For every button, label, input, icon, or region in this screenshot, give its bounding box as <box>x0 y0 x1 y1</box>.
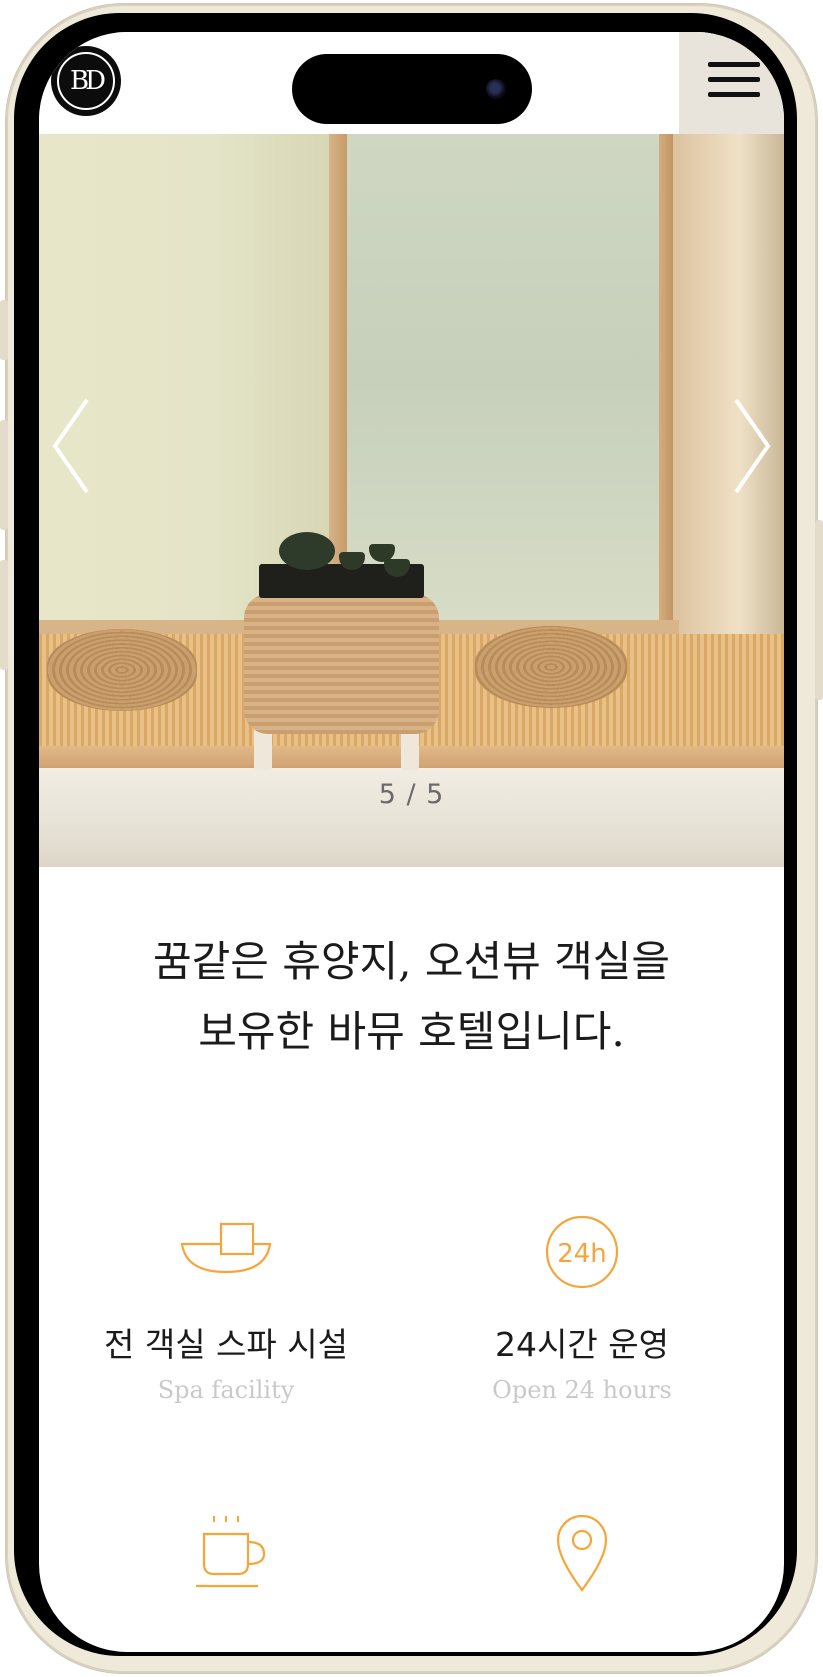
24h-icon: 24h <box>545 1215 619 1289</box>
feature-item: 전 객실 스파 시설 Spa facility <box>66 1212 386 1404</box>
hero-photo-cushion <box>475 626 627 708</box>
hero-photo-teapot <box>279 532 335 570</box>
hamburger-icon[interactable] <box>708 62 760 100</box>
feature-item: 24h 24시간 운영 Open 24 hours <box>422 1212 742 1404</box>
intro-headline-line: 보유한 바뮤 호텔입니다. <box>198 1007 625 1056</box>
location-pin-icon <box>556 1514 608 1592</box>
phone-side-button <box>815 520 823 700</box>
feature-subtitle: Spa facility <box>157 1376 295 1404</box>
hero-photo-table <box>244 594 439 734</box>
chevron-left-icon[interactable] <box>51 396 91 496</box>
slide-counter: 5 / 5 <box>378 779 445 810</box>
intro-headline-line: 꿈같은 휴양지, 오션뷰 객실을 <box>152 937 671 986</box>
hero-photo-post <box>659 134 673 654</box>
24h-icon-label: 24h <box>557 1239 607 1269</box>
hero-photo-cushion <box>47 629 197 711</box>
camera-icon <box>486 79 506 99</box>
chevron-right-icon[interactable] <box>732 396 772 496</box>
feature-item <box>422 1512 742 1592</box>
feature-item <box>66 1512 386 1592</box>
screen: BD 5 / 5 꿈같은 휴양지, 오션뷰 객실을 보유한 바뮤 호텔입니다. … <box>39 32 784 1652</box>
dynamic-island <box>292 54 532 124</box>
coffee-cup-icon <box>196 1516 266 1588</box>
intro-headline: 꿈같은 휴양지, 오션뷰 객실을 보유한 바뮤 호텔입니다. <box>39 927 784 1067</box>
phone-side-button <box>0 420 8 530</box>
brand-logo[interactable]: BD <box>51 46 121 116</box>
phone-side-button <box>0 560 8 670</box>
feature-subtitle: Open 24 hours <box>492 1376 672 1404</box>
feature-title: 24시간 운영 <box>495 1325 669 1364</box>
phone-side-button <box>0 300 8 360</box>
feature-title: 전 객실 스파 시설 <box>104 1325 348 1364</box>
brand-logo-mark: BD <box>57 52 115 110</box>
spa-tub-icon <box>180 1222 272 1274</box>
hero-slider: 5 / 5 <box>39 134 784 867</box>
